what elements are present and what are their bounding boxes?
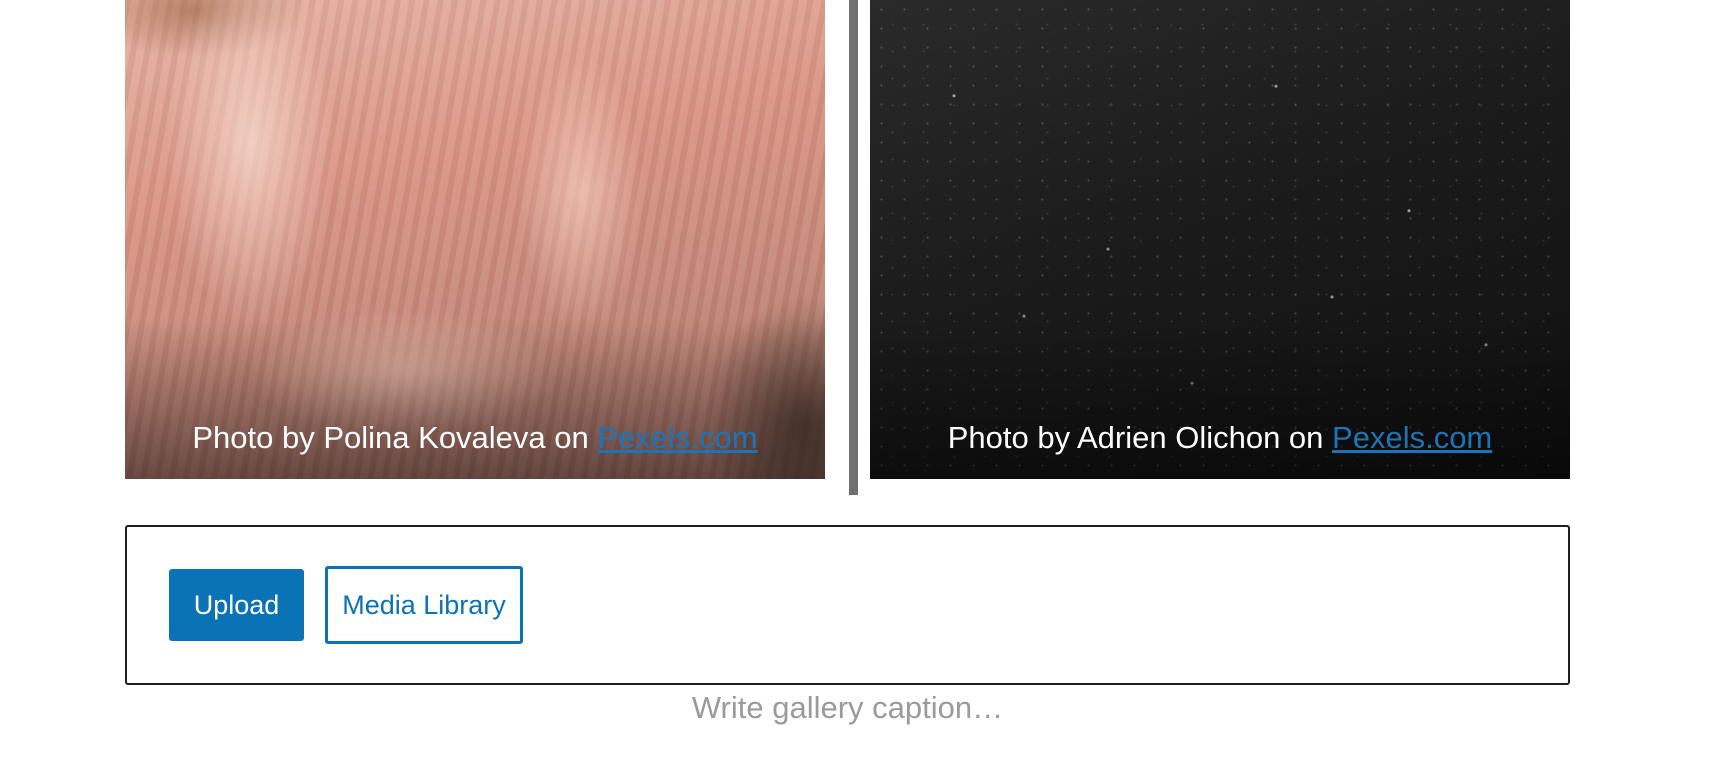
editor-canvas: Photo by Polina Kovaleva on Pexels.com P… <box>0 0 1730 782</box>
image-caption[interactable]: Photo by Polina Kovaleva on Pexels.com <box>192 422 757 453</box>
image-caption-overlay: Photo by Polina Kovaleva on Pexels.com <box>125 319 825 479</box>
image-caption-text: Photo by Polina Kovaleva on <box>192 420 598 455</box>
image-caption[interactable]: Photo by Adrien Olichon on Pexels.com <box>948 422 1493 453</box>
media-library-button[interactable]: Media Library <box>325 566 523 644</box>
gallery-image-abstract-paint[interactable]: Photo by Polina Kovaleva on Pexels.com <box>125 0 825 479</box>
gallery-media-placeholder: Upload Media Library <box>125 525 1570 685</box>
gallery-caption-input[interactable]: Write gallery caption… <box>125 690 1570 726</box>
image-caption-text: Photo by Adrien Olichon on <box>947 420 1333 455</box>
gallery-image-starry-dark[interactable]: Photo by Adrien Olichon on Pexels.com <box>870 0 1570 479</box>
image-caption-link[interactable]: Pexels.com <box>597 420 757 455</box>
block-separator <box>849 0 858 495</box>
upload-button[interactable]: Upload <box>169 569 304 641</box>
image-caption-overlay: Photo by Adrien Olichon on Pexels.com <box>870 319 1570 479</box>
image-caption-link[interactable]: Pexels.com <box>1332 420 1492 455</box>
